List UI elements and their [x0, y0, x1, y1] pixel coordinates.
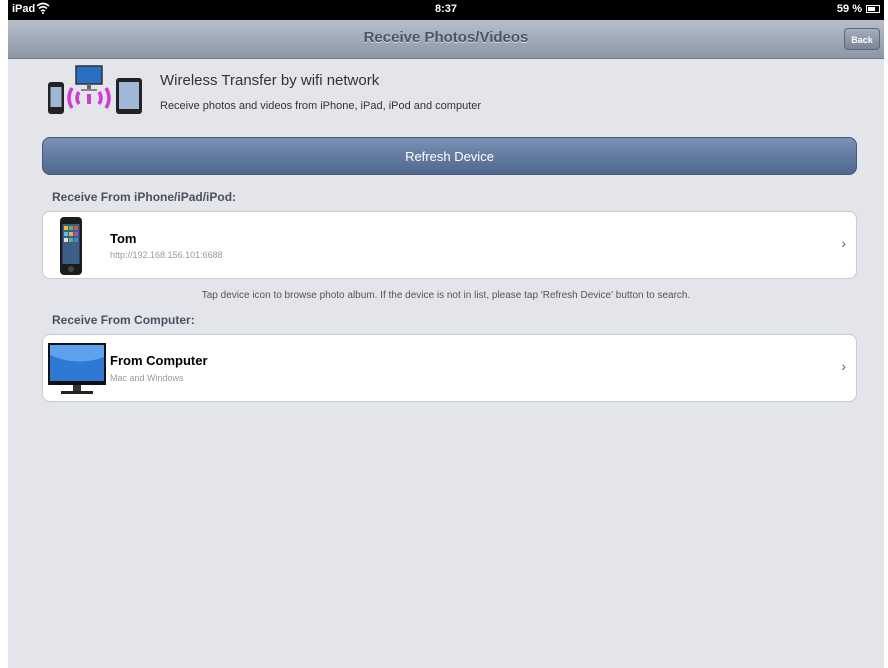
iphone-icon[interactable]: [59, 216, 83, 281]
computer-row[interactable]: From Computer Mac and Windows ›: [42, 334, 857, 402]
navigation-bar: Receive Photos/Videos Back: [8, 20, 884, 59]
status-time: 8:37: [434, 3, 458, 15]
section-iphone-label: Receive From iPhone/iPad/iPod:: [52, 190, 237, 204]
app-screen: iPad 8:37 59 % Receive Photos/Videos Bac…: [8, 0, 884, 668]
wireless-transfer-icon: [44, 64, 144, 122]
refresh-device-button[interactable]: Refresh Device: [42, 137, 857, 175]
status-bar: iPad 8:37 59 %: [8, 0, 884, 20]
device-name: Tom: [110, 231, 137, 246]
battery-percent: 59 %: [836, 3, 862, 15]
hint-text: Tap device icon to browse photo album. I…: [201, 290, 691, 301]
section-computer-label: Receive From Computer:: [52, 313, 195, 327]
computer-subtitle: Mac and Windows: [110, 373, 184, 383]
header-subtitle: Receive photos and videos from iPhone, i…: [160, 100, 482, 112]
battery-icon: [866, 5, 880, 13]
monitor-icon: [47, 341, 107, 402]
chevron-right-icon: ›: [841, 235, 846, 251]
header-title: Wireless Transfer by wifi network: [160, 72, 380, 89]
device-address: http://192.168.156.101:6688: [110, 250, 223, 260]
computer-name: From Computer: [110, 353, 208, 368]
chevron-right-icon: ›: [841, 358, 846, 374]
back-button[interactable]: Back: [844, 28, 880, 50]
page-title: Receive Photos/Videos: [363, 29, 529, 46]
device-row-tom[interactable]: Tom http://192.168.156.101:6688 ›: [42, 211, 857, 279]
